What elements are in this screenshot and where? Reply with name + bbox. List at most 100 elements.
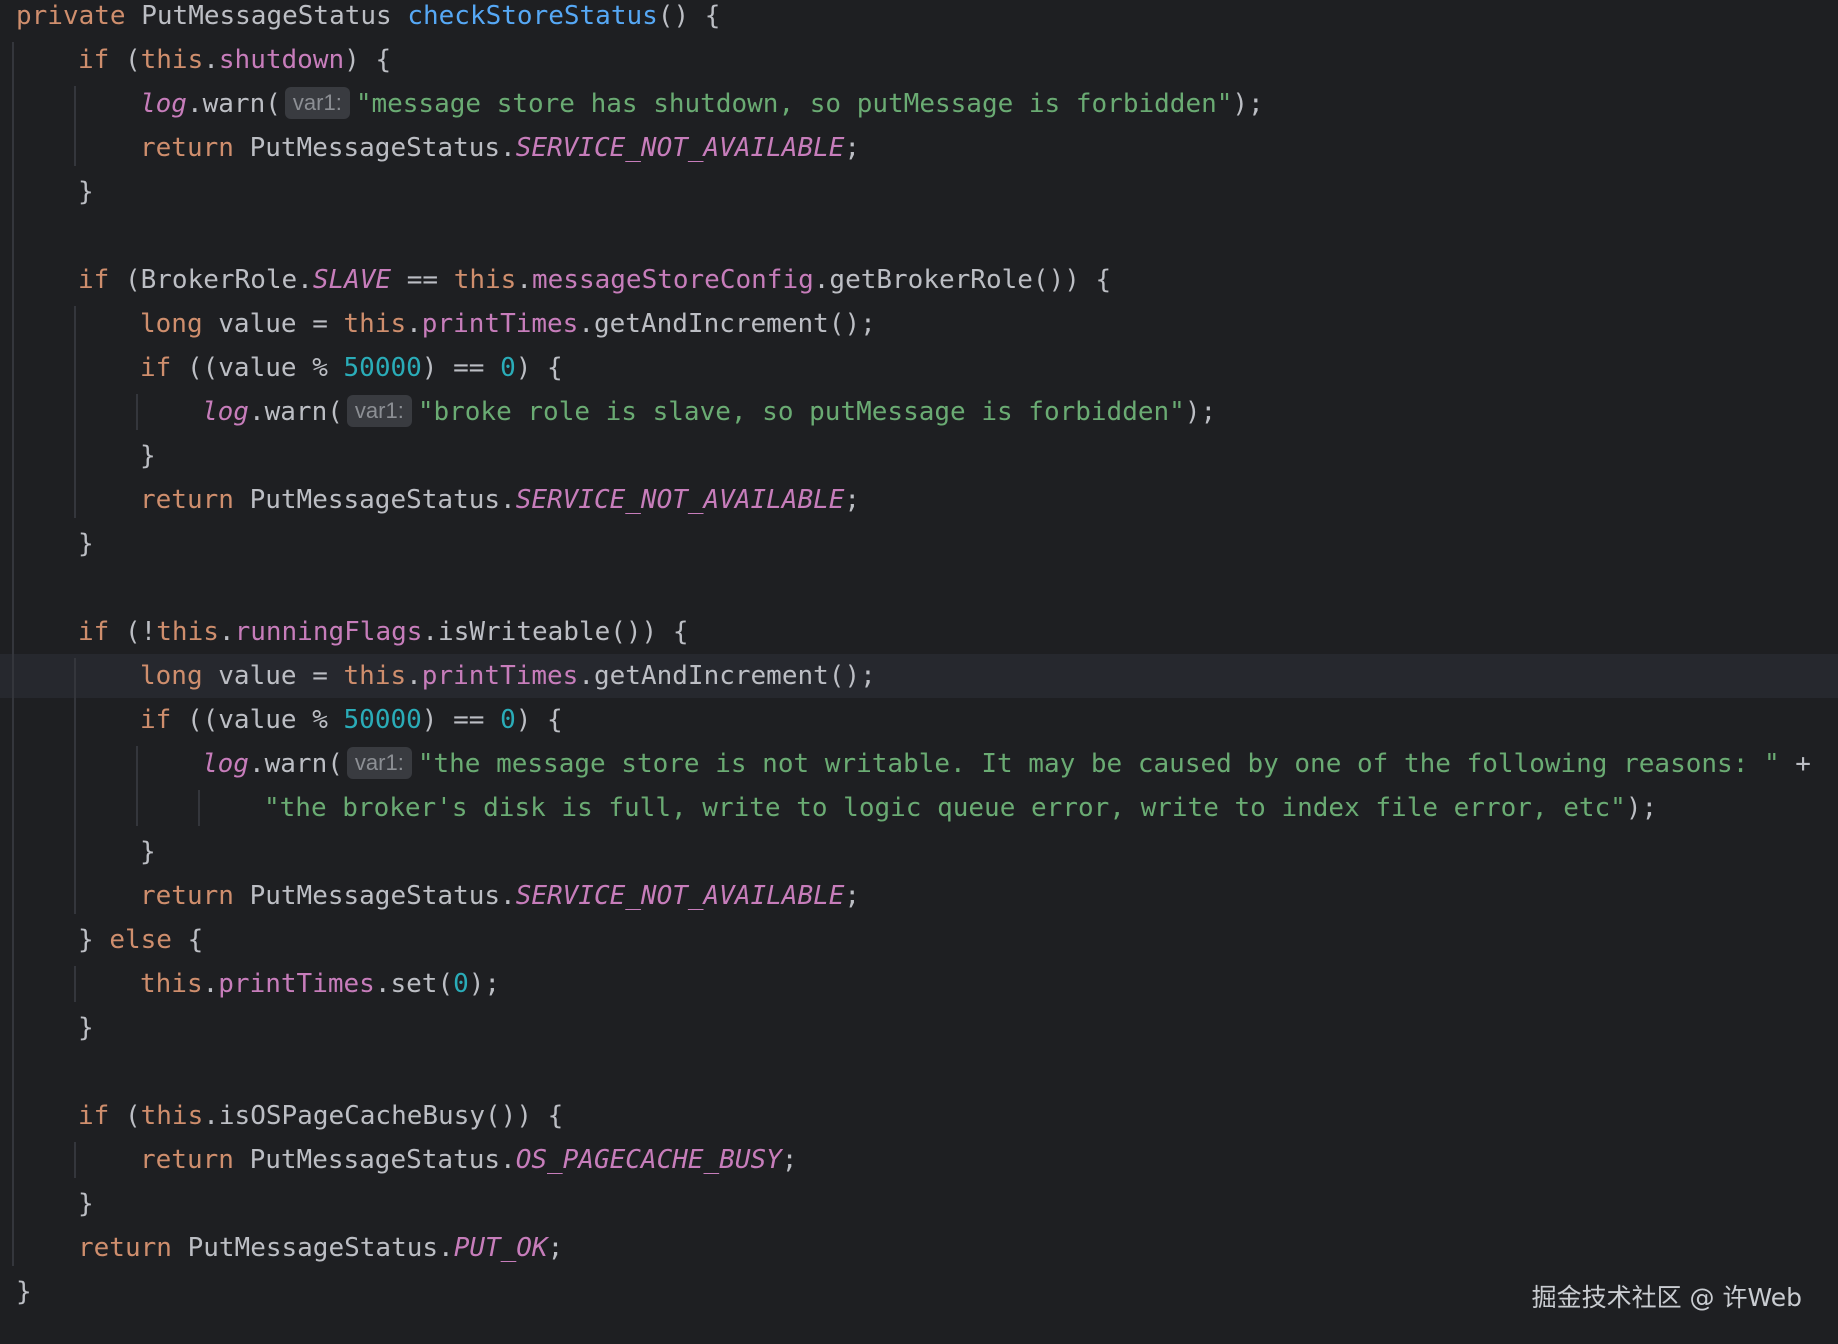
code-text: return PutMessageStatus.SERVICE_NOT_AVAI… (140, 126, 860, 170)
code-token: return (78, 1233, 188, 1263)
code-token: .getAndIncrement(); (578, 309, 876, 339)
code-token: "message store has shutdown, so putMessa… (355, 89, 1233, 119)
code-token: SERVICE_NOT_AVAILABLE (515, 133, 845, 163)
code-token: .isOSPageCacheBusy()) { (203, 1101, 564, 1131)
code-token: printTimes (421, 661, 579, 691)
code-token: this (140, 45, 204, 75)
code-text: return PutMessageStatus.SERVICE_NOT_AVAI… (140, 874, 860, 918)
code-token: .warn( (186, 89, 281, 119)
code-line[interactable]: return PutMessageStatus.OS_PAGECACHE_BUS… (0, 1138, 1838, 1182)
code-token: if (78, 45, 125, 75)
code-text: long value = this.printTimes.getAndIncre… (140, 302, 876, 346)
code-line[interactable]: } (0, 522, 1838, 566)
code-token: runningFlags (234, 617, 423, 647)
code-line[interactable]: long value = this.printTimes.getAndIncre… (0, 302, 1838, 346)
code-token: ; (781, 1145, 798, 1175)
code-line[interactable]: } else { (0, 918, 1838, 962)
code-text: this.printTimes.set(0); (140, 962, 500, 1006)
code-text: if ((value % 50000) == 0) { (140, 698, 563, 742)
code-text: if (!this.runningFlags.isWriteable()) { (78, 610, 689, 654)
code-line[interactable]: return PutMessageStatus.SERVICE_NOT_AVAI… (0, 478, 1838, 522)
code-token: PutMessageStatus. (249, 485, 516, 515)
code-text: if (this.shutdown) { (78, 38, 391, 82)
code-line[interactable] (0, 566, 1838, 610)
code-editor[interactable]: private PutMessageStatus checkStoreStatu… (0, 0, 1838, 1344)
code-line[interactable]: } (0, 1006, 1838, 1050)
code-token: ); (468, 969, 501, 999)
code-line[interactable]: } (0, 434, 1838, 478)
code-token: this (343, 661, 407, 691)
parameter-hint: var1: (346, 395, 412, 427)
code-text: if ((value % 50000) == 0) { (140, 346, 563, 390)
code-text: if (this.isOSPageCacheBusy()) { (78, 1094, 563, 1138)
code-line[interactable]: } (0, 830, 1838, 874)
code-token: PutMessageStatus. (249, 133, 516, 163)
code-token: ) { (515, 705, 563, 735)
code-line[interactable]: if (BrokerRole.SLAVE == this.messageStor… (0, 258, 1838, 302)
code-token: SLAVE (312, 265, 392, 295)
code-line[interactable]: log.warn(var1: "message store has shutdow… (0, 82, 1838, 126)
code-line[interactable]: return PutMessageStatus.PUT_OK; (0, 1226, 1838, 1270)
code-text: } (78, 1182, 94, 1226)
code-line[interactable]: if ((value % 50000) == 0) { (0, 698, 1838, 742)
code-text: } (78, 170, 94, 214)
code-token: } (16, 1277, 32, 1307)
code-text: return PutMessageStatus.OS_PAGECACHE_BUS… (140, 1138, 797, 1182)
code-token: ; (844, 133, 861, 163)
code-token: long (140, 309, 219, 339)
code-line-current[interactable]: long value = this.printTimes.getAndIncre… (0, 654, 1838, 698)
code-line[interactable]: if (this.shutdown) { (0, 38, 1838, 82)
code-text: long value = this.printTimes.getAndIncre… (140, 654, 876, 698)
code-token: . (203, 45, 219, 75)
code-line[interactable]: log.warn(var1: "broke role is slave, so p… (0, 390, 1838, 434)
parameter-hint: var1: (346, 747, 412, 779)
code-token: ) == (421, 353, 501, 383)
code-token: } (78, 1013, 94, 1043)
code-line[interactable]: this.printTimes.set(0); (0, 962, 1838, 1006)
code-token: { (171, 925, 204, 955)
code-text: log.warn(var1: "broke role is slave, so p… (202, 390, 1216, 434)
code-text: } (16, 1270, 32, 1314)
code-line[interactable]: log.warn(var1: "the message store is not … (0, 742, 1838, 786)
code-text: } (140, 830, 156, 874)
parameter-hint: var1: (284, 87, 350, 119)
code-token: value = (218, 661, 344, 691)
code-line[interactable] (0, 1050, 1838, 1094)
code-line[interactable]: } (0, 1182, 1838, 1226)
code-token: this (156, 617, 219, 647)
code-token: ); (1625, 793, 1658, 823)
code-line[interactable] (0, 214, 1838, 258)
code-token: return (140, 133, 250, 163)
code-token: ); (1184, 397, 1217, 427)
code-token: } (78, 177, 94, 207)
code-token: } (140, 441, 156, 471)
code-token: ; (844, 485, 861, 515)
code-line[interactable]: } (0, 170, 1838, 214)
code-text: return PutMessageStatus.SERVICE_NOT_AVAI… (140, 478, 860, 522)
watermark: 掘金技术社区 @ 许Web (1531, 1283, 1802, 1312)
code-text: "the broker's disk is full, write to log… (264, 786, 1657, 830)
indent-guide (74, 658, 76, 914)
code-token: checkStoreStatus (407, 1, 658, 31)
code-token: (! (124, 617, 157, 647)
code-token: return (140, 881, 250, 911)
code-line[interactable]: return PutMessageStatus.SERVICE_NOT_AVAI… (0, 126, 1838, 170)
code-token: } (78, 1189, 94, 1219)
code-token: "the message store is not writable. It m… (417, 749, 1780, 779)
code-token: (BrokerRole. (124, 265, 313, 295)
code-token: PutMessageStatus (141, 1, 408, 31)
code-line[interactable]: "the broker's disk is full, write to log… (0, 786, 1838, 830)
code-token: 0 (500, 705, 516, 735)
code-token: ) == (421, 705, 501, 735)
code-line[interactable]: if (!this.runningFlags.isWriteable()) { (0, 610, 1838, 654)
code-token: SERVICE_NOT_AVAILABLE (515, 485, 845, 515)
indent-guide (12, 42, 14, 1266)
code-token: printTimes (421, 309, 579, 339)
code-line[interactable]: if (this.isOSPageCacheBusy()) { (0, 1094, 1838, 1138)
code-token: this (140, 969, 203, 999)
code-text: log.warn(var1: "message store has shutdow… (140, 82, 1264, 126)
code-text: private PutMessageStatus checkStoreStatu… (16, 0, 720, 38)
code-line[interactable]: if ((value % 50000) == 0) { (0, 346, 1838, 390)
code-line[interactable]: return PutMessageStatus.SERVICE_NOT_AVAI… (0, 874, 1838, 918)
code-line[interactable]: private PutMessageStatus checkStoreStatu… (0, 0, 1838, 38)
